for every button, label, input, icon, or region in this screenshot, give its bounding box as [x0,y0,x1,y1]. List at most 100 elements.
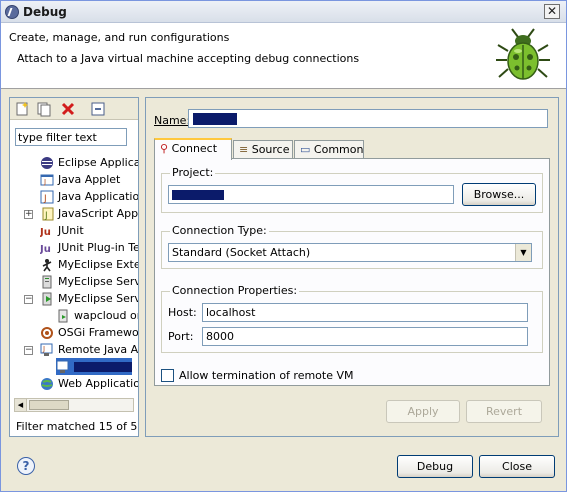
myeclipse-external-icon [42,259,52,272]
tree-item-label: JUnit Plug-in Tes [58,241,138,254]
revert-button[interactable]: Revert [466,400,542,423]
tab-label: Source [251,143,290,156]
port-field[interactable]: 8000 [202,327,528,346]
java-app-icon: J [40,190,54,204]
svg-text:Ju: Ju [40,244,51,255]
debug-bug-icon [496,28,550,80]
osgi-icon [41,327,53,339]
web-app-icon [41,378,53,390]
common-icon: ▭ [300,143,311,156]
window-title: Debug [23,5,67,19]
new-configuration-icon[interactable] [14,101,30,117]
myeclipse-server-icon [42,275,52,289]
junit-plugin-icon: Ju [40,244,51,255]
debug-dialog: Debug ✕ Create, manage, and run configur… [0,0,567,492]
tree-item-eclipse-application[interactable]: Eclipse Applicatio [40,154,138,171]
tree-item-myeclipse-server-2[interactable]: MyEclipse Server [40,290,138,307]
allow-termination-checkbox[interactable] [161,369,174,382]
close-window-button[interactable]: ✕ [544,4,560,19]
tree-horizontal-scrollbar[interactable]: ◀ [14,398,134,412]
tree-item-label: Java Applet [58,173,121,186]
host-field[interactable]: localhost [202,303,528,322]
junit-icon: Ju [40,227,51,238]
apply-button[interactable]: Apply [386,400,460,423]
redacted-name-value [193,113,237,125]
duplicate-configuration-icon[interactable] [36,101,52,117]
tree-item-label: Eclipse Applicatio [58,156,138,169]
tab-source[interactable]: ≡ Source [233,140,293,159]
tree-item-selected-remote-config[interactable] [56,358,132,375]
chevron-down-icon[interactable]: ▼ [515,244,531,261]
collapse-all-icon[interactable] [90,101,106,117]
javascript-icon: J [42,207,54,221]
scroll-left-arrow-icon[interactable]: ◀ [15,399,27,411]
project-group: Project: Browse... [161,166,543,213]
svg-text:J: J [43,178,46,186]
collapse-myeclipse-server-toggle[interactable]: − [24,295,33,304]
help-icon[interactable]: ? [17,457,35,475]
redacted-config-name [74,362,132,372]
tree-item-label: Web Application [58,377,138,390]
eclipse-icon [41,157,53,169]
delete-configuration-icon[interactable] [60,101,76,117]
collapse-remote-java-toggle[interactable]: − [24,346,33,355]
filter-input[interactable] [15,128,127,146]
tree-item-web-application[interactable]: Web Application [40,375,138,392]
tree-item-java-application[interactable]: J Java Application [40,188,138,205]
connection-type-select[interactable]: Standard (Socket Attach) ▼ [168,243,532,262]
expand-javascript-toggle[interactable]: + [24,210,33,219]
svg-text:J: J [43,194,47,204]
myeclipse-server-icon [42,292,52,306]
banner-message: Attach to a Java virtual machine accepti… [17,52,360,65]
tree-item-myeclipse-server[interactable]: MyEclipse Server [40,273,138,290]
remote-config-icon [56,360,69,373]
debug-icon [5,5,19,19]
tree-item-junit[interactable]: Ju JUnit [40,222,84,239]
configuration-list-panel: Eclipse Applicatio J Java Applet J Java Ap… [9,97,139,437]
tab-label: Common [313,143,364,156]
configuration-tree: Eclipse Applicatio J Java Applet J Java Ap… [10,154,138,394]
tab-connect[interactable]: ⚲ Connect [154,138,232,160]
configuration-toolbar [10,98,138,120]
connection-properties-legend: Connection Properties: [170,284,300,297]
host-label: Host: [168,306,197,319]
tree-item-myeclipse-external[interactable]: MyEclipse Extern [40,256,138,273]
header-banner: Create, manage, and run configurations A… [1,23,566,89]
connect-tab-content: Project: Browse... Connection Type: Stan… [154,158,550,386]
close-button[interactable]: Close [479,455,555,478]
configuration-editor-panel: Name: ⚲ Connect ≡ Source ▭ Common Projec… [145,97,559,437]
tree-item-junit-plugin-test[interactable]: Ju JUnit Plug-in Tes [40,239,138,256]
configuration-name-field[interactable] [188,109,548,128]
tree-item-java-applet[interactable]: J Java Applet [40,171,120,188]
scrollbar-thumb[interactable] [29,400,69,410]
redacted-project-value [172,190,224,200]
svg-text:Ju: Ju [40,227,51,238]
tree-item-label: MyEclipse Server [58,292,138,305]
tab-common[interactable]: ▭ Common [294,140,364,159]
browse-button[interactable]: Browse... [462,183,536,206]
tab-label: Connect [171,142,218,155]
banner-title: Create, manage, and run configurations [9,31,230,44]
port-label: Port: [168,330,194,343]
connection-type-group: Connection Type: Standard (Socket Attach… [161,224,543,269]
tree-item-label: MyEclipse Extern [58,258,138,271]
remote-java-icon: J [40,343,53,356]
title-bar: Debug ✕ [1,1,566,23]
connect-icon: ⚲ [160,142,169,155]
tree-item-label: OSGi Framework [58,326,138,339]
java-applet-icon: J [40,174,54,186]
allow-termination-label: Allow termination of remote VM [179,369,354,382]
tree-item-osgi-framework[interactable]: OSGi Framework [40,324,138,341]
debug-button[interactable]: Debug [397,455,473,478]
tree-item-label: wapcloud on [74,309,138,322]
tree-item-javascript-application[interactable]: J JavaScript Applic [40,205,138,222]
connection-type-value: Standard (Socket Attach) [172,246,311,259]
tree-item-remote-java-application[interactable]: J Remote Java Ap [40,341,138,358]
project-field[interactable] [168,185,454,204]
project-legend: Project: [170,166,216,179]
server-item-icon [58,309,68,323]
tree-item-label: MyEclipse Server [58,275,138,288]
tree-item-wapcloud[interactable]: wapcloud on [56,307,138,324]
connection-properties-group: Connection Properties: Host: localhost P… [161,284,543,353]
source-icon: ≡ [239,143,249,156]
